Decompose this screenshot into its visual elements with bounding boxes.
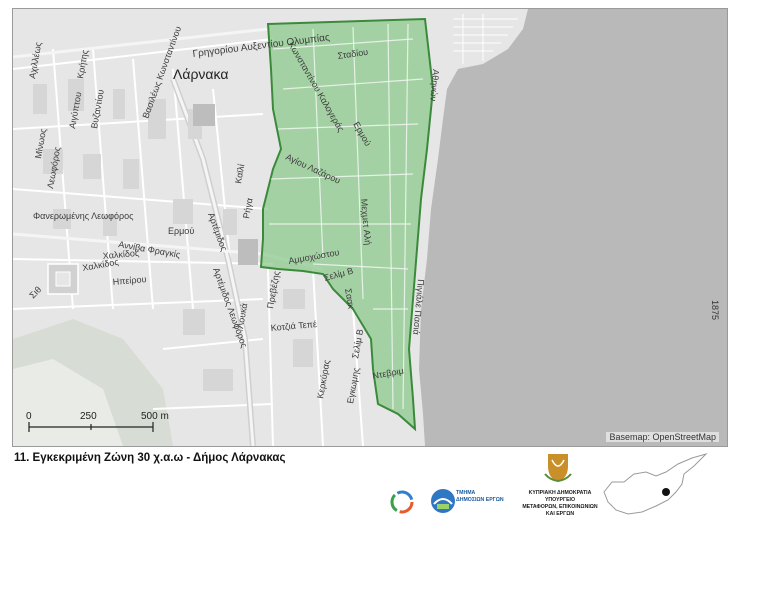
department-public-works-logo: [431, 489, 455, 513]
map-frame[interactable]: Γρηγορίου Αυξεντίου Ολυμπίας Σταδίου Κων…: [12, 8, 728, 447]
location-dot: [662, 488, 670, 496]
basemap-credit: Basemap: OpenStreetMap: [606, 432, 719, 442]
cyprus-coat-of-arms: [544, 454, 572, 483]
cyprus-locator-map: [603, 452, 708, 515]
page-side-number: 1875: [710, 300, 720, 321]
map-title: 11. Εγκεκριμένη Ζώνη 30 χ.α.ω - Δήμος Λά…: [14, 452, 286, 464]
ministry-logo-text: ΚΥΠΡΙΑΚΗ ΔΗΜΟΚΡΑΤΙΑ ΥΠΟΥΡΓΕΙΟ ΜΕΤΑΦΟΡΩΝ,…: [522, 490, 598, 517]
map-canvas: [13, 9, 727, 446]
department-logo-text: ΤΜΗΜΑ ΔΗΜΟΣΙΩΝ ΕΡΓΩΝ: [456, 490, 504, 503]
stadium: [47, 263, 79, 295]
circular-arrows-logo: [390, 490, 414, 514]
sea-area: [419, 9, 727, 446]
